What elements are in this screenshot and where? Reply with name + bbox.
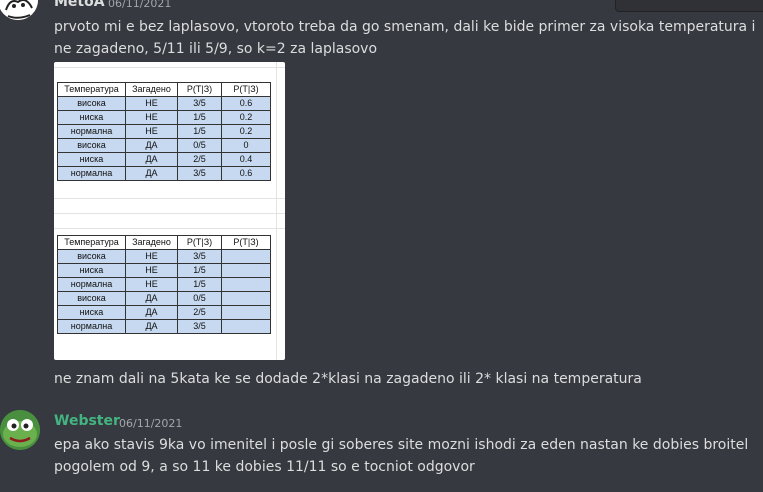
table-cell: ДА [125,152,178,167]
table-cell: 0/5 [177,291,222,306]
table-row: нормална ДА 3/5 [57,319,271,334]
table-cell: 3/5 [177,96,222,111]
table-cell: нормална [57,124,126,139]
timestamp: 06/11/2021 [119,417,183,430]
table-row: нормална НЕ 1/5 [57,277,271,292]
table-cell: 3/5 [177,249,222,264]
table-cell [221,263,271,278]
table-row: нормална ДА 3/5 0.6 [57,166,271,181]
table-header: Температура [57,82,126,97]
table-row: нормална НЕ 1/5 0.2 [57,124,271,139]
table-cell: НЕ [125,96,178,111]
table-cell: нормална [57,277,126,292]
table-cell: НЕ [125,263,178,278]
table-cell: 1/5 [177,124,222,139]
table-header: P(T|З) [177,235,222,250]
table-cell: ниска [57,152,126,167]
avatar[interactable] [0,410,40,450]
table-cell: 0.2 [221,124,271,139]
table-row: ниска НЕ 1/5 [57,263,271,278]
table-row: висока НЕ 3/5 0.6 [57,96,271,111]
table-row: висока ДА 0/5 0 [57,138,271,153]
table-header: Загадено [125,82,178,97]
table-cell: 2/5 [177,305,222,320]
cartoon-avatar-icon [0,0,38,20]
table-cell [221,291,271,306]
table-cell: 0/5 [177,138,222,153]
table-row: ниска ДА 2/5 [57,305,271,320]
table-row: ниска ДА 2/5 0.4 [57,152,271,167]
table-row: висока НЕ 3/5 [57,249,271,264]
table-cell: 0.6 [221,166,271,181]
table-row: ниска НЕ 1/5 0.2 [57,110,271,125]
table-cell [221,319,271,334]
message-text-line: ne znam dali na 5kata ke se dodade 2*kla… [54,371,642,387]
table-cell: 0 [221,138,271,153]
table-cell [221,277,271,292]
table-header: P(T|З) [177,82,222,97]
username[interactable]: Webster [54,413,120,429]
table-cell: висока [57,249,126,264]
table-cell: ниска [57,263,126,278]
table-cell: ниска [57,305,126,320]
timestamp: 06/11/2021 [108,0,172,10]
table-cell [221,305,271,320]
table-cell: 0.6 [221,96,271,111]
table-cell: нормална [57,319,126,334]
table-cell: ДА [125,291,178,306]
table-cell: ДА [125,305,178,320]
table-cell: 3/5 [177,319,222,334]
table-header-row: Температура Загадено P(T|З) P(T|З) [57,82,271,97]
table-cell: 1/5 [177,263,222,278]
message-text-line: ne zagadeno, 5/11 ili 5/9, so k=2 za lap… [54,41,378,57]
table-cell: висока [57,96,126,111]
frog-avatar-icon [0,410,40,450]
table-cell: ниска [57,110,126,125]
table-cell: 1/5 [177,277,222,292]
table-cell [221,249,271,264]
table-header: Загадено [125,235,178,250]
table-cell: НЕ [125,124,178,139]
table-header: Температура [57,235,126,250]
message-toolbar [615,0,763,12]
table-cell: висока [57,138,126,153]
table-cell: висока [57,291,126,306]
avatar[interactable] [0,0,38,20]
table-cell: ДА [125,166,178,181]
table-cell: НЕ [125,249,178,264]
table-row: висока ДА 0/5 [57,291,271,306]
probability-table: Температура Загадено P(T|З) P(T|З) висок… [57,235,271,334]
table-cell: ДА [125,138,178,153]
username[interactable]: MetoA [54,0,105,10]
attachment-image[interactable]: Температура Загадено P(T|З) P(T|З) висок… [54,62,285,360]
table-header-row: Температура Загадено P(T|З) P(T|З) [57,235,271,250]
table-header: P(T|З) [221,82,271,97]
message-text-line: epa ako stavis 9ka vo imenitel i posle g… [54,437,749,453]
table-cell: 1/5 [177,110,222,125]
probability-table: Температура Загадено P(T|З) P(T|З) висок… [57,82,271,181]
message-text-line: prvoto mi e bez laplasovo, vtoroto treba… [54,19,756,35]
table-cell: НЕ [125,110,178,125]
message-text-line: pogolem od 9, a so 11 ke dobies 11/11 so… [54,459,475,475]
table-cell: нормална [57,166,126,181]
table-header: P(T|З) [221,235,271,250]
table-cell: 3/5 [177,166,222,181]
table-cell: 0.2 [221,110,271,125]
table-cell: 2/5 [177,152,222,167]
table-cell: 0.4 [221,152,271,167]
table-cell: НЕ [125,277,178,292]
table-cell: ДА [125,319,178,334]
